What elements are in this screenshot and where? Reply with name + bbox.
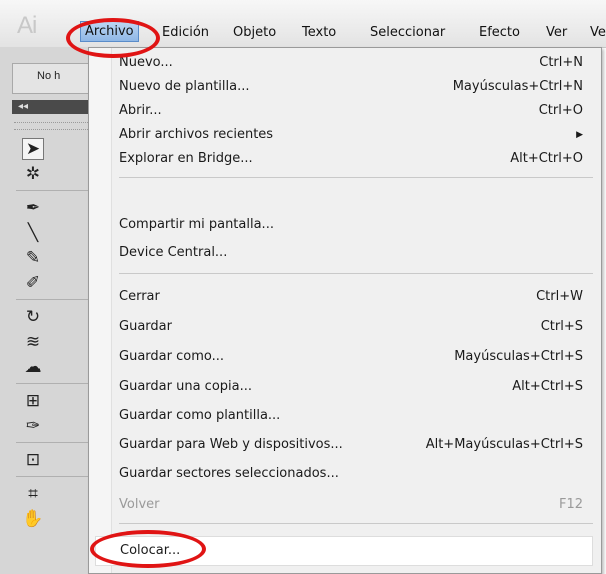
- selection-tool-icon[interactable]: ➤: [22, 138, 44, 160]
- magic-wand-icon[interactable]: ✲: [22, 163, 44, 185]
- menu-item-guardar-web[interactable]: Guardar para Web y dispositivos... Alt+M…: [119, 433, 593, 457]
- tools-panel-header[interactable]: ◂◂: [12, 100, 100, 114]
- tool-divider: [16, 383, 96, 384]
- menu-item-label: Nuevo...: [119, 55, 173, 70]
- menu-item-label: Volver: [119, 497, 160, 512]
- tool-divider: [16, 442, 96, 443]
- menu-item-label: Guardar como plantilla...: [119, 408, 281, 423]
- menu-item-label: Compartir mi pantalla...: [119, 217, 274, 232]
- menu-item-shortcut: Ctrl+W: [536, 289, 583, 304]
- symbol-sprayer-icon[interactable]: ☁: [22, 356, 44, 378]
- menu-item-label: Guardar para Web y dispositivos...: [119, 437, 343, 452]
- menu-separator: [119, 177, 593, 178]
- tool-divider: [16, 190, 96, 191]
- line-tool-icon[interactable]: ╲: [22, 222, 44, 244]
- warp-tool-icon[interactable]: ≋: [22, 331, 44, 353]
- menu-item-shortcut: Ctrl+N: [539, 55, 583, 70]
- tool-divider: [16, 299, 96, 300]
- menu-texto[interactable]: Texto: [302, 25, 336, 40]
- app-logo: Ai: [17, 12, 37, 39]
- menu-item-label: Abrir...: [119, 103, 162, 118]
- live-paint-icon[interactable]: ⊡: [22, 449, 44, 471]
- menu-item-compartir-pantalla[interactable]: Compartir mi pantalla...: [119, 213, 593, 237]
- menu-item-nuevo[interactable]: Nuevo... Ctrl+N: [119, 51, 593, 75]
- menu-item-label: Cerrar: [119, 289, 160, 304]
- menu-item-label: Guardar una copia...: [119, 379, 252, 394]
- eyedropper-icon[interactable]: ✑: [22, 415, 44, 437]
- menu-ventana[interactable]: Ve: [590, 25, 606, 40]
- menu-item-shortcut: Alt+Ctrl+O: [510, 151, 583, 166]
- menu-ver[interactable]: Ver: [546, 25, 567, 40]
- menu-item-guardar[interactable]: Guardar Ctrl+S: [119, 315, 593, 339]
- menu-item-shortcut: Ctrl+O: [538, 103, 583, 118]
- menu-icon-gutter: [89, 48, 112, 573]
- tool-divider: [16, 476, 96, 477]
- menu-objeto[interactable]: Objeto: [233, 25, 276, 40]
- menu-item-label: Device Central...: [119, 245, 228, 260]
- menu-item-shortcut: Mayúsculas+Ctrl+N: [452, 79, 583, 94]
- menu-item-label: Guardar como...: [119, 349, 224, 364]
- menu-item-guardar-copia[interactable]: Guardar una copia... Alt+Ctrl+S: [119, 375, 593, 399]
- paintbrush-icon[interactable]: ✎: [22, 247, 44, 269]
- menu-item-device-central[interactable]: Device Central...: [119, 241, 593, 265]
- annotation-circle-colocar: [90, 530, 206, 568]
- menu-item-guardar-como[interactable]: Guardar como... Mayúsculas+Ctrl+S: [119, 345, 593, 369]
- menu-item-abrir[interactable]: Abrir... Ctrl+O: [119, 99, 593, 123]
- menu-item-shortcut: Mayúsculas+Ctrl+S: [454, 349, 583, 364]
- menu-item-guardar-plantilla[interactable]: Guardar como plantilla...: [119, 404, 593, 428]
- menu-item-label: Guardar: [119, 319, 172, 334]
- menu-item-shortcut: Alt+Ctrl+S: [512, 379, 583, 394]
- menu-item-label: Nuevo de plantilla...: [119, 79, 250, 94]
- artboard-tool-icon[interactable]: ⌗: [22, 483, 44, 505]
- annotation-circle-archivo: [66, 18, 160, 58]
- archivo-dropdown-menu: Nuevo... Ctrl+N Nuevo de plantilla... Ma…: [88, 47, 602, 574]
- pen-tool-icon[interactable]: ✒: [22, 197, 44, 219]
- menu-item-shortcut: Ctrl+S: [540, 319, 583, 334]
- rotate-tool-icon[interactable]: ↻: [22, 306, 44, 328]
- submenu-arrow-icon: ▶: [576, 130, 583, 140]
- menu-item-nuevo-de-plantilla[interactable]: Nuevo de plantilla... Mayúsculas+Ctrl+N: [119, 75, 593, 99]
- blob-brush-icon[interactable]: ✐: [22, 272, 44, 294]
- menu-item-label: Abrir archivos recientes: [119, 127, 274, 142]
- mesh-tool-icon[interactable]: ⊞: [22, 390, 44, 412]
- menu-item-label: Explorar en Bridge...: [119, 151, 253, 166]
- control-strip: No h: [12, 63, 100, 94]
- menu-item-shortcut: F12: [558, 497, 583, 512]
- menu-efecto[interactable]: Efecto: [479, 25, 520, 40]
- hand-tool-icon[interactable]: ✋: [22, 508, 44, 530]
- menu-item-abrir-recientes[interactable]: Abrir archivos recientes ▶: [119, 123, 593, 147]
- menu-item-shortcut: Alt+Mayúsculas+Ctrl+S: [425, 437, 583, 452]
- menu-item-volver: Volver F12: [119, 493, 593, 517]
- menu-item-label: Guardar sectores seleccionados...: [119, 466, 339, 481]
- menu-edicion[interactable]: Edición: [162, 25, 209, 40]
- menu-separator: [119, 523, 593, 524]
- menu-seleccionar[interactable]: Seleccionar: [370, 25, 445, 40]
- panel-grip[interactable]: [14, 122, 98, 130]
- menu-item-explorar-bridge[interactable]: Explorar en Bridge... Alt+Ctrl+O: [119, 147, 593, 171]
- menu-item-cerrar[interactable]: Cerrar Ctrl+W: [119, 285, 593, 309]
- menu-separator: [119, 273, 593, 274]
- menu-item-guardar-sectores[interactable]: Guardar sectores seleccionados...: [119, 462, 593, 486]
